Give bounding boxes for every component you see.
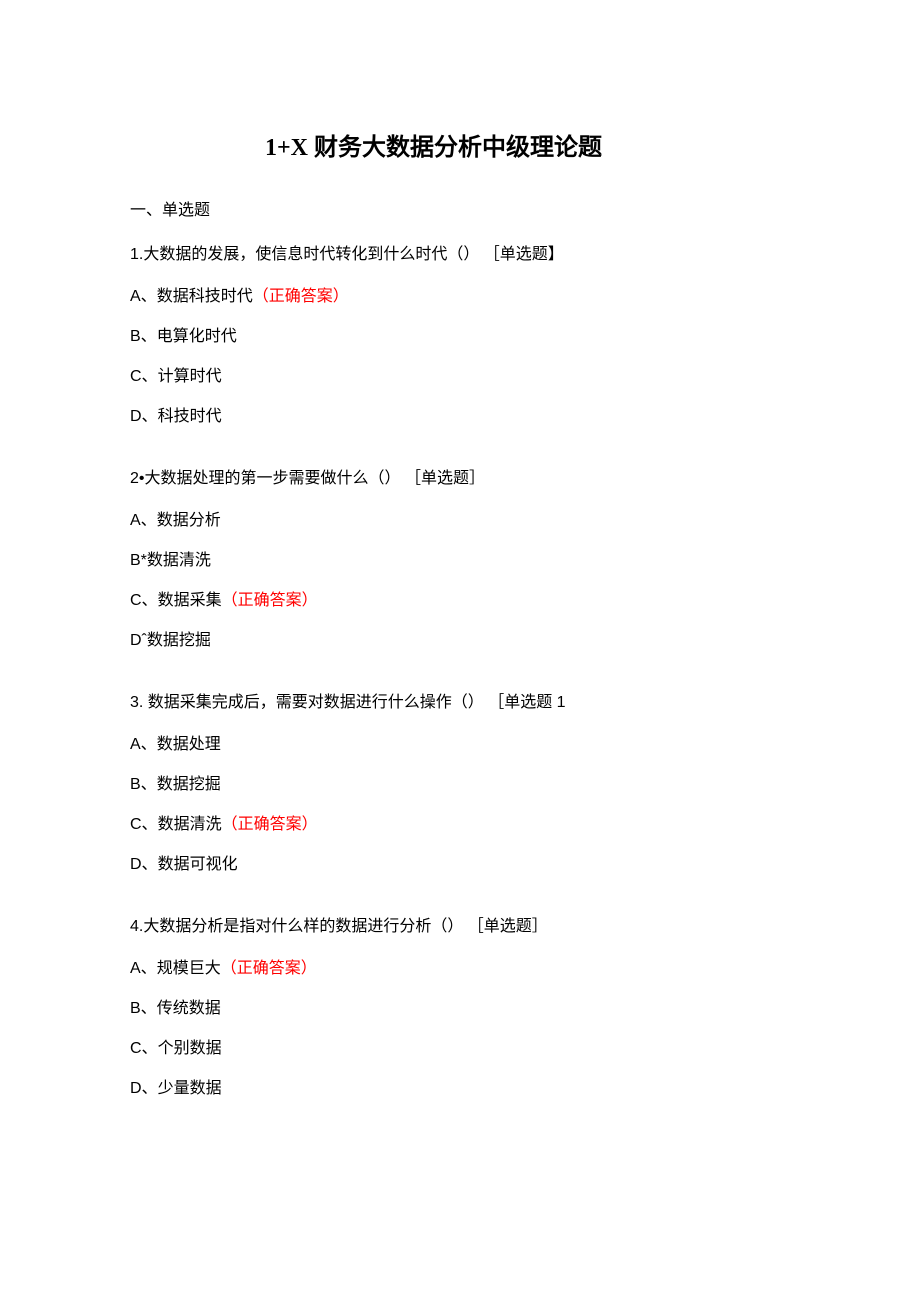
option-prefix: A、 bbox=[130, 512, 157, 529]
option-text: 数据处理 bbox=[157, 736, 221, 753]
option-prefix: A、 bbox=[130, 960, 157, 977]
option-prefix: Dˆ bbox=[130, 632, 147, 649]
section-heading: 一、单选题 bbox=[130, 196, 790, 220]
correct-answer-label: （正确答案） bbox=[221, 960, 317, 977]
question-block: 3. 数据采集完成后，需要对数据进行什么操作（） ［单选题 1 A、数据处理 B… bbox=[130, 688, 790, 874]
option-text: 计算时代 bbox=[158, 368, 222, 385]
question-block: 2•大数据处理的第一步需要做什么（） ［单选题］ A、数据分析 B*数据清洗 C… bbox=[130, 464, 790, 650]
option-prefix: D、 bbox=[130, 856, 158, 873]
correct-answer-label: （正确答案） bbox=[222, 592, 318, 609]
question-stem: 3. 数据采集完成后，需要对数据进行什么操作（） ［单选题 1 bbox=[130, 688, 790, 712]
answer-option: B、数据挖掘 bbox=[130, 770, 790, 794]
answer-option: D、科技时代 bbox=[130, 402, 790, 426]
option-text: 数据分析 bbox=[157, 512, 221, 529]
answer-option: B*数据清洗 bbox=[130, 546, 790, 570]
option-text: 数据科技时代 bbox=[157, 288, 253, 305]
option-prefix: A、 bbox=[130, 736, 157, 753]
answer-option: C、个别数据 bbox=[130, 1034, 790, 1058]
option-prefix: C、 bbox=[130, 816, 158, 833]
answer-option: C、数据清洗（正确答案） bbox=[130, 810, 790, 834]
option-text: 传统数据 bbox=[157, 1000, 221, 1017]
answer-option: D、数据可视化 bbox=[130, 850, 790, 874]
option-prefix: D、 bbox=[130, 1080, 158, 1097]
document-page: 1+X 财务大数据分析中级理论题 一、单选题 1.大数据的发展，使信息时代转化到… bbox=[0, 0, 920, 1174]
document-title: 1+X 财务大数据分析中级理论题 bbox=[265, 130, 660, 166]
answer-option: A、数据处理 bbox=[130, 730, 790, 754]
question-stem: 4.大数据分析是指对什么样的数据进行分析（） ［单选题］ bbox=[130, 912, 790, 936]
correct-answer-label: （正确答案） bbox=[253, 288, 349, 305]
question-stem: 2•大数据处理的第一步需要做什么（） ［单选题］ bbox=[130, 464, 790, 488]
option-text: 数据挖掘 bbox=[147, 632, 211, 649]
answer-option: C、数据采集（正确答案） bbox=[130, 586, 790, 610]
option-prefix: B、 bbox=[130, 1000, 157, 1017]
answer-option: Dˆ数据挖掘 bbox=[130, 626, 790, 650]
question-block: 4.大数据分析是指对什么样的数据进行分析（） ［单选题］ A、规模巨大（正确答案… bbox=[130, 912, 790, 1098]
option-prefix: D、 bbox=[130, 408, 158, 425]
answer-option: A、规模巨大（正确答案） bbox=[130, 954, 790, 978]
option-text: 电算化时代 bbox=[157, 328, 237, 345]
option-text: 数据清洗 bbox=[147, 552, 211, 569]
option-text: 规模巨大 bbox=[157, 960, 221, 977]
option-prefix: C、 bbox=[130, 592, 158, 609]
answer-option: B、电算化时代 bbox=[130, 322, 790, 346]
option-text: 个别数据 bbox=[158, 1040, 222, 1057]
answer-option: C、计算时代 bbox=[130, 362, 790, 386]
option-text: 数据清洗 bbox=[158, 816, 222, 833]
answer-option: D、少量数据 bbox=[130, 1074, 790, 1098]
question-block: 1.大数据的发展，使信息时代转化到什么时代（） ［单选题】 A、数据科技时代（正… bbox=[130, 240, 790, 426]
option-text: 数据可视化 bbox=[158, 856, 238, 873]
answer-option: A、数据科技时代（正确答案） bbox=[130, 282, 790, 306]
answer-option: A、数据分析 bbox=[130, 506, 790, 530]
option-prefix: C、 bbox=[130, 368, 158, 385]
option-text: 科技时代 bbox=[158, 408, 222, 425]
option-text: 数据挖掘 bbox=[157, 776, 221, 793]
option-prefix: B* bbox=[130, 552, 147, 569]
option-text: 数据采集 bbox=[158, 592, 222, 609]
correct-answer-label: （正确答案） bbox=[222, 816, 318, 833]
option-text: 少量数据 bbox=[158, 1080, 222, 1097]
question-stem: 1.大数据的发展，使信息时代转化到什么时代（） ［单选题】 bbox=[130, 240, 790, 264]
option-prefix: C、 bbox=[130, 1040, 158, 1057]
option-prefix: B、 bbox=[130, 776, 157, 793]
option-prefix: B、 bbox=[130, 328, 157, 345]
answer-option: B、传统数据 bbox=[130, 994, 790, 1018]
option-prefix: A、 bbox=[130, 288, 157, 305]
